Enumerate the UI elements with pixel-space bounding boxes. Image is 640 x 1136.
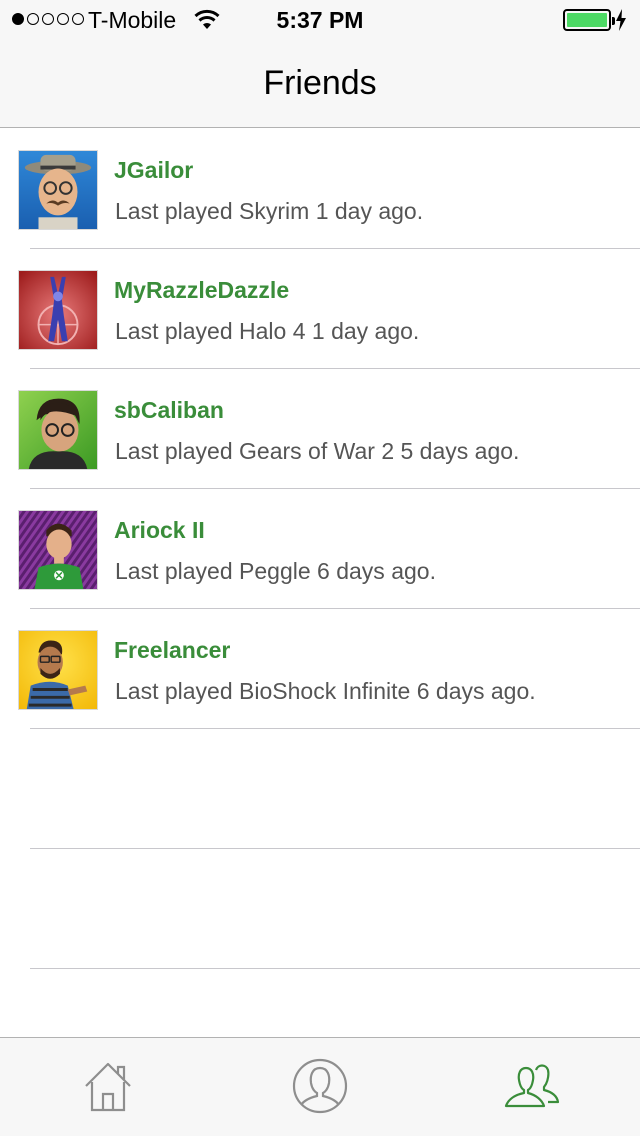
friend-last-played: Last played Skyrim 1 day ago. — [115, 198, 424, 224]
friend-name: Ariock II — [114, 517, 205, 543]
navigation-bar: T-Mobile 5:37 PM Friends — [0, 0, 640, 128]
friends-list[interactable]: JGailor Last played Skyrim 1 day ago. My… — [0, 129, 640, 969]
row-divider — [30, 968, 640, 969]
avatar — [18, 510, 98, 590]
empty-row — [0, 849, 640, 969]
avatar — [18, 150, 98, 230]
home-icon — [85, 1062, 131, 1112]
friend-row-myrazzledazzle[interactable]: MyRazzleDazzle Last played Halo 4 1 day … — [0, 249, 640, 369]
friend-row-ariock-ii[interactable]: Ariock II Last played Peggle 6 days ago. — [0, 489, 640, 609]
avatar — [18, 390, 98, 470]
friend-name: sbCaliban — [114, 397, 224, 423]
friend-last-played: Last played Peggle 6 days ago. — [115, 558, 436, 584]
profile-icon — [292, 1058, 348, 1114]
friend-row-freelancer[interactable]: Freelancer Last played BioShock Infinite… — [0, 609, 640, 729]
friend-name: MyRazzleDazzle — [114, 277, 290, 303]
friend-row-jgailor[interactable]: JGailor Last played Skyrim 1 day ago. — [0, 129, 640, 249]
friend-last-played: Last played Halo 4 1 day ago. — [115, 318, 420, 344]
friends-icon — [504, 1064, 560, 1108]
friend-last-played: Last played BioShock Infinite 6 days ago… — [115, 678, 536, 704]
clock: 5:37 PM — [276, 7, 364, 33]
battery-icon — [563, 9, 615, 31]
avatar — [18, 270, 98, 350]
tab-friends[interactable] — [502, 1056, 562, 1116]
page-title: Friends — [263, 64, 377, 102]
tab-profile[interactable] — [290, 1056, 350, 1116]
status-bar: T-Mobile 5:37 PM — [0, 0, 640, 40]
tab-bar — [0, 1037, 640, 1136]
avatar — [18, 630, 98, 710]
friend-last-played: Last played Gears of War 2 5 days ago. — [115, 438, 520, 464]
charging-icon — [616, 9, 626, 31]
tab-home[interactable] — [78, 1056, 138, 1116]
friend-name: Freelancer — [114, 637, 231, 663]
friend-row-sbcaliban[interactable]: sbCaliban Last played Gears of War 2 5 d… — [0, 369, 640, 489]
empty-row — [0, 729, 640, 849]
friend-name: JGailor — [114, 157, 194, 183]
